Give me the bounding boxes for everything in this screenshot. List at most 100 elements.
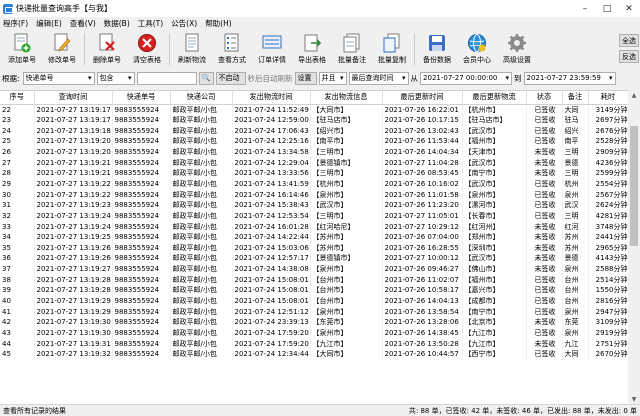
table-cell: 9883555924: [112, 221, 171, 233]
column-header[interactable]: 耗时: [588, 91, 628, 105]
table-row[interactable]: 42 2021-07-27 13:19:30 9883555924 邮政平邮/小包 20…: [0, 317, 628, 328]
menu-bar: 程序(F) 编辑(E) 查看(V) 数据(B) 工具(T) 公告(X) 帮助(H…: [0, 17, 640, 30]
table-cell: 2021-07-24 14:38:08: [232, 264, 311, 275]
invert-selection-button[interactable]: 反选: [619, 50, 639, 63]
table-cell: 2021-07-24 23:39:13: [232, 317, 311, 328]
clear-table-button[interactable]: 清空表格: [127, 30, 167, 68]
table-cell: 红河: [562, 221, 589, 233]
table-row[interactable]: 34 2021-07-27 13:19:25 9883555924 邮政平邮/小包 20…: [0, 232, 628, 243]
table-cell: 已签收: [526, 285, 563, 296]
edit-number-button[interactable]: 修改单号: [42, 30, 82, 68]
scroll-thumb[interactable]: [630, 126, 638, 246]
table-row[interactable]: 22 2021-07-27 13:19:17 9883555924 邮政平邮/小包 20…: [0, 104, 628, 116]
minimize-button[interactable]: –: [574, 0, 596, 17]
results-table[interactable]: 序号 查询时间 快递单号 快递公司 发出物流时间 发出物流信息 最后更新时间 最后更新物流 状态…: [0, 90, 628, 404]
column-header[interactable]: 快递单号: [112, 91, 171, 105]
menu-view[interactable]: 查看(V): [70, 18, 96, 29]
table-row[interactable]: 44 2021-07-27 13:19:31 9883555924 邮政平邮/小包 20…: [0, 338, 628, 350]
search-button[interactable]: 🔍: [198, 71, 214, 85]
table-cell: 9883555924: [112, 136, 171, 148]
table-cell: 【佛山市】: [462, 264, 527, 275]
menu-tools[interactable]: 工具(T): [138, 18, 163, 29]
selection-buttons: 全选 反选: [619, 34, 639, 66]
table-row[interactable]: 28 2021-07-27 13:19:21 9883555924 邮政平邮/小包 20…: [0, 168, 628, 179]
table-cell: 44: [0, 338, 35, 350]
table-cell: 2021-07-26 11:53:44: [382, 136, 463, 148]
menu-program[interactable]: 程序(F): [3, 18, 28, 29]
table-cell: 9883555924: [112, 178, 171, 190]
settings-button[interactable]: 设置: [294, 71, 317, 85]
table-row[interactable]: 30 2021-07-27 13:19:22 9883555924 邮政平邮/小包 20…: [0, 189, 628, 201]
table-row[interactable]: 40 2021-07-27 13:19:29 9883555924 邮政平邮/小包 20…: [0, 295, 628, 307]
column-header[interactable]: 最后更新时间: [382, 91, 463, 105]
table-cell: 三明: [562, 168, 589, 179]
select-all-button[interactable]: 全选: [619, 34, 639, 47]
table-cell: 31: [0, 200, 35, 211]
table-row[interactable]: 27 2021-07-27 13:19:21 9883555924 邮政平邮/小包 20…: [0, 157, 628, 169]
order-details-button[interactable]: 订单详情: [252, 30, 292, 68]
filter-operator-select[interactable]: 包含: [96, 71, 135, 85]
add-number-button[interactable]: 添加单号: [2, 30, 42, 68]
batch-copy-button[interactable]: 批量复制: [372, 30, 412, 68]
column-header[interactable]: 备注: [562, 91, 589, 105]
auto-refresh-toggle[interactable]: 不启动: [215, 71, 246, 85]
table-cell: 2554分钟: [588, 178, 628, 190]
close-button[interactable]: ✕: [618, 0, 640, 17]
maximize-button[interactable]: □: [596, 0, 618, 17]
table-row[interactable]: 32 2021-07-27 13:19:24 9883555924 邮政平邮/小包 20…: [0, 210, 628, 222]
table-cell: 23: [0, 115, 35, 126]
table-row[interactable]: 24 2021-07-27 13:19:18 9883555924 邮政平邮/小包 20…: [0, 125, 628, 137]
column-header[interactable]: 最后更新物流: [462, 91, 527, 105]
to-date-input[interactable]: 2021-07-27 23:59:59: [523, 71, 616, 85]
from-date-input[interactable]: 2021-07-27 00:00:00: [420, 71, 513, 85]
table-row[interactable]: 39 2021-07-27 13:19:28 9883555924 邮政平邮/小包 20…: [0, 285, 628, 296]
column-header[interactable]: 查询时间: [34, 91, 113, 105]
table-cell: 2021-07-24 15:08:01: [232, 295, 311, 307]
batch-note-button[interactable]: 批量备注: [332, 30, 372, 68]
table-row[interactable]: 33 2021-07-27 13:19:24 9883555924 邮政平邮/小包 20…: [0, 221, 628, 233]
table-cell: 【长春市】: [462, 210, 527, 222]
toolbar-separator: [84, 33, 85, 65]
advanced-settings-button[interactable]: 高级设置: [497, 30, 537, 68]
column-header[interactable]: 状态: [526, 91, 563, 105]
column-header[interactable]: 发出物流信息: [310, 91, 383, 105]
member-center-button[interactable]: 会员中心: [457, 30, 497, 68]
backup-data-button[interactable]: 备份数据: [417, 30, 457, 68]
export-table-button[interactable]: 导出表格: [292, 30, 332, 68]
table-row[interactable]: 37 2021-07-27 13:19:27 9883555924 邮政平邮/小包 20…: [0, 264, 628, 275]
table-cell: 已签收: [526, 200, 563, 211]
table-row[interactable]: 29 2021-07-27 13:19:22 9883555924 邮政平邮/小包 20…: [0, 178, 628, 190]
time-field-select[interactable]: 最后查询时间: [348, 71, 409, 85]
column-header[interactable]: 序号: [0, 91, 35, 105]
table-cell: 9883555924: [112, 285, 171, 296]
table-row[interactable]: 26 2021-07-27 13:19:20 9883555924 邮政平邮/小包 20…: [0, 147, 628, 158]
table-row[interactable]: 25 2021-07-27 13:19:20 9883555924 邮政平邮/小包 20…: [0, 136, 628, 148]
column-header[interactable]: 发出物流时间: [232, 91, 311, 105]
table-row[interactable]: 35 2021-07-27 13:19:26 9883555924 邮政平邮/小包 20…: [0, 242, 628, 254]
scroll-up-arrow-icon[interactable]: ▲: [628, 90, 640, 100]
table-row[interactable]: 23 2021-07-27 13:19:17 9883555924 邮政平邮/小包 20…: [0, 115, 628, 126]
scroll-down-arrow-icon[interactable]: ▼: [628, 394, 640, 404]
table-cell: 34: [0, 232, 35, 243]
vertical-scrollbar[interactable]: ▲ ▼: [628, 90, 640, 404]
table-row[interactable]: 43 2021-07-27 13:19:30 9883555924 邮政平邮/小包 20…: [0, 327, 628, 339]
table-row[interactable]: 41 2021-07-27 13:19:29 9883555924 邮政平邮/小包 20…: [0, 306, 628, 318]
view-mode-button[interactable]: 查看方式: [212, 30, 252, 68]
column-header[interactable]: 快递公司: [170, 91, 233, 105]
filter-field-select[interactable]: 快递单号: [22, 71, 95, 85]
table-row[interactable]: 38 2021-07-27 13:19:28 9883555924 邮政平邮/小包 20…: [0, 274, 628, 286]
menu-help[interactable]: 帮助(H): [205, 18, 232, 29]
search-icon: 🔍: [201, 74, 211, 82]
search-input[interactable]: [136, 71, 197, 85]
menu-notice[interactable]: 公告(X): [171, 18, 197, 29]
menu-edit[interactable]: 编辑(E): [36, 18, 62, 29]
table-row[interactable]: 36 2021-07-27 13:19:26 9883555924 邮政平邮/小包 20…: [0, 253, 628, 265]
table-row[interactable]: 31 2021-07-27 13:19:23 9883555924 邮政平邮/小包 20…: [0, 200, 628, 211]
menu-data[interactable]: 数据(B): [104, 18, 130, 29]
table-cell: 37: [0, 264, 35, 275]
table-row[interactable]: 45 2021-07-27 13:19:32 9883555924 邮政平邮/小包 20…: [0, 349, 628, 360]
table-cell: 泉州: [562, 327, 589, 339]
refresh-logistics-button[interactable]: 刷新物流: [172, 30, 212, 68]
logic-select[interactable]: 并且: [318, 71, 347, 85]
delete-number-button[interactable]: 删除单号: [87, 30, 127, 68]
